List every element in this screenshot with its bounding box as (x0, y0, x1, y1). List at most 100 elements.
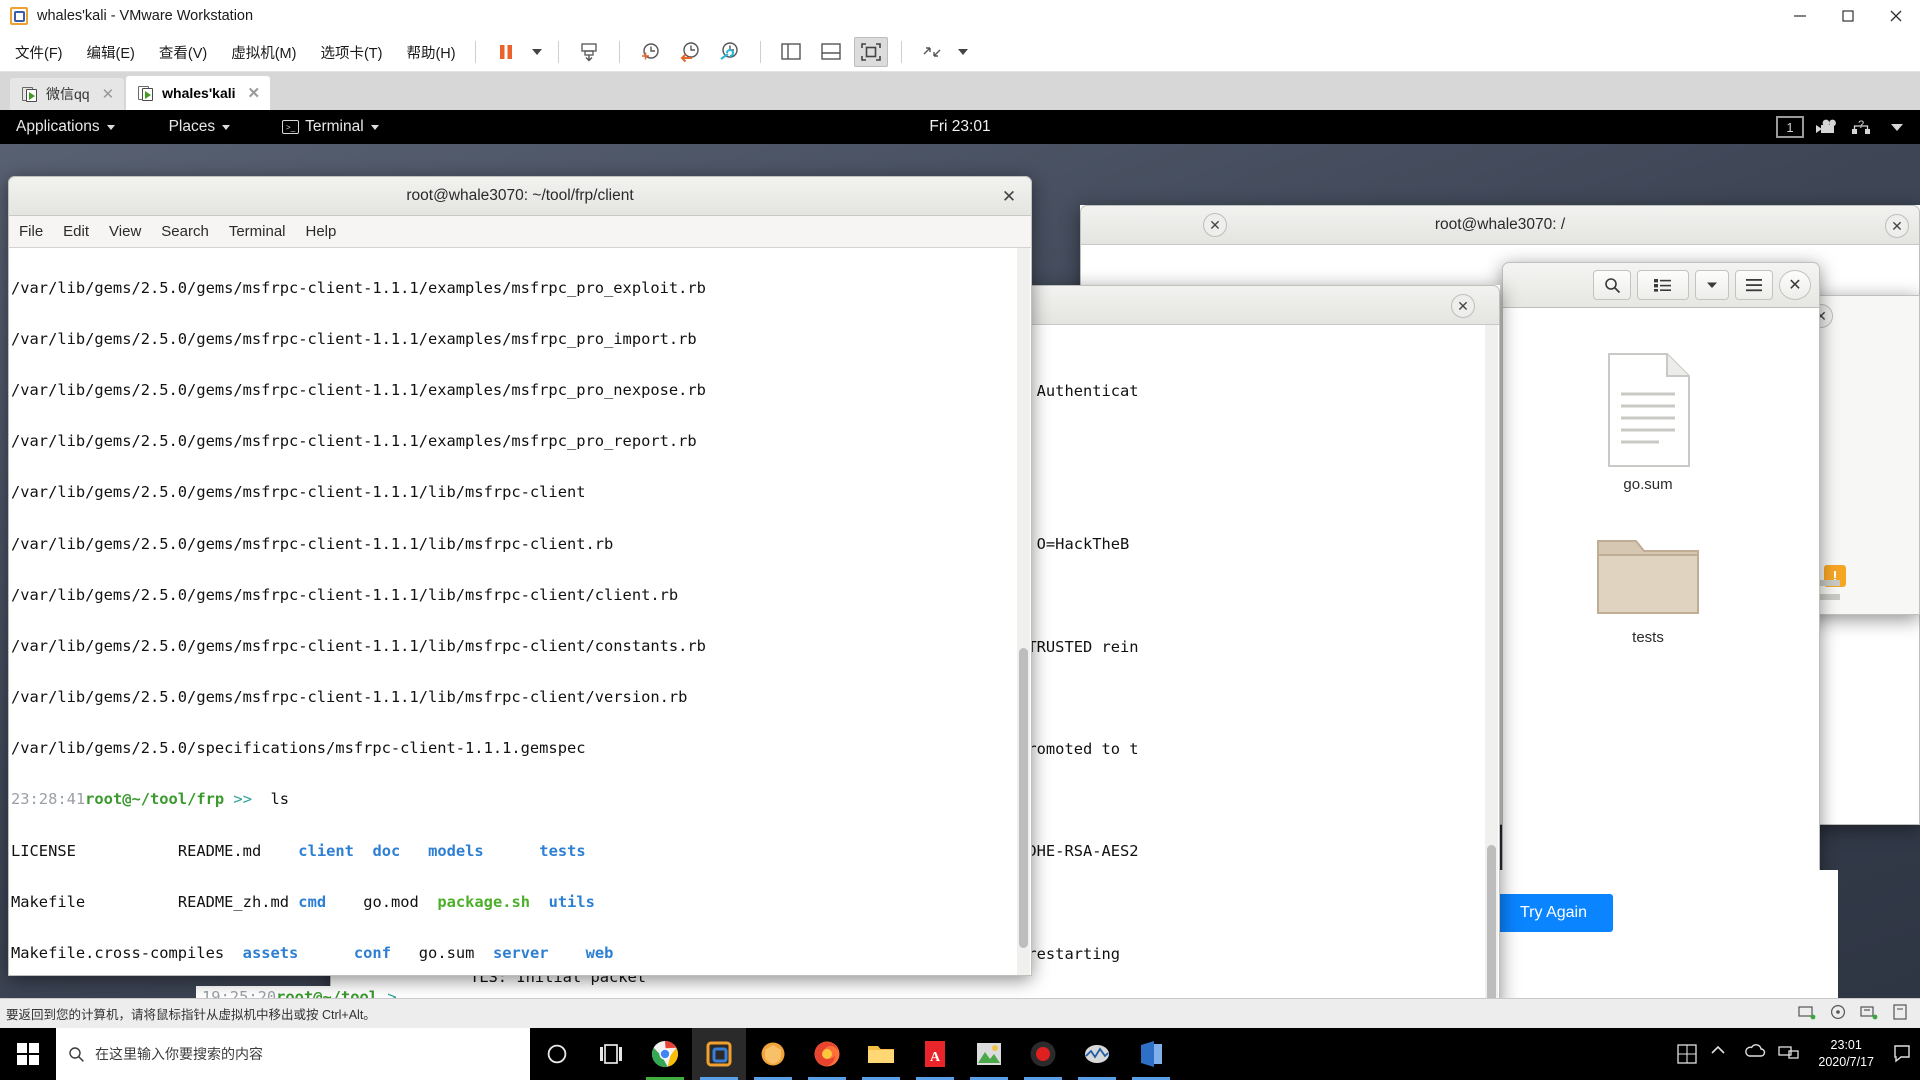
scrollbar-thumb[interactable] (1487, 845, 1496, 998)
terminal-scrollbar[interactable] (1017, 248, 1030, 975)
file-item-tests[interactable]: tests (1583, 525, 1713, 646)
maximize-button[interactable] (1824, 0, 1872, 33)
places-menu[interactable]: Places (161, 110, 239, 144)
snapshot-revert-icon[interactable] (673, 37, 707, 67)
search-input-placeholder[interactable]: 在这里输入你要搜索的内容 (95, 1044, 263, 1064)
menu-edit[interactable]: Edit (63, 223, 89, 240)
printer-status-icon[interactable] (1892, 1004, 1908, 1023)
folder-icon (1597, 540, 1699, 614)
taskbar-photos[interactable] (962, 1028, 1016, 1080)
file-item-go-sum[interactable]: go.sum (1583, 352, 1713, 493)
cortana-circle-icon[interactable] (530, 1028, 584, 1080)
vm-tab-label: 微信qq (46, 86, 90, 102)
workspace-indicator[interactable]: 1 (1776, 116, 1804, 138)
ls-cell: server (492, 944, 549, 963)
task-view-icon[interactable] (584, 1028, 638, 1080)
terminal-line: /var/lib/gems/2.5.0/gems/msfrpc-client-1… (11, 585, 679, 604)
close-button[interactable] (1872, 0, 1920, 33)
menu-vm[interactable]: 虚拟机(M) (222, 39, 305, 66)
vm-tab-wechat[interactable]: 微信qq ✕ (10, 78, 125, 110)
onedrive-icon[interactable] (1744, 1043, 1766, 1065)
menu-file[interactable]: File (19, 223, 43, 240)
taskbar-app-orange[interactable] (746, 1028, 800, 1080)
taskbar-vmware[interactable] (692, 1028, 746, 1080)
statusbar-device-icons (1798, 1004, 1920, 1023)
stretch-caret-icon[interactable] (957, 49, 968, 55)
file-manager-window[interactable]: ✕ go.sum tests (1502, 262, 1820, 972)
hamburger-menu-icon[interactable] (1735, 270, 1773, 300)
menu-view[interactable]: 查看(V) (150, 39, 216, 66)
menu-view[interactable]: View (109, 223, 141, 240)
terminal-prompt-line: 23:28:41root@~/tool/frp >> ls (11, 787, 1027, 813)
taskbar-office[interactable] (1124, 1028, 1178, 1080)
window-title-text: root@whale3070: ~/tool/frp/client (406, 187, 634, 204)
taskbar-clock[interactable]: 23:01 2020/7/17 (1812, 1037, 1880, 1071)
terminal-line: /var/lib/gems/2.5.0/gems/msfrpc-client-1… (11, 278, 706, 297)
action-center-icon[interactable] (1892, 1043, 1914, 1065)
close-icon[interactable]: ✕ (1885, 214, 1909, 238)
office-icon (1141, 1041, 1162, 1067)
taskbar-chrome[interactable] (638, 1028, 692, 1080)
network-status-icon[interactable] (1798, 1004, 1816, 1023)
taskbar-firefox[interactable] (800, 1028, 854, 1080)
taskbar-wireshark[interactable] (1070, 1028, 1124, 1080)
view-caret-icon[interactable] (1695, 270, 1729, 300)
taskbar-search-box[interactable]: 在这里输入你要搜索的内容 (56, 1028, 530, 1080)
send-ctrl-alt-del-icon[interactable] (572, 37, 606, 67)
titlebar-close-left[interactable]: ✕ (1203, 213, 1227, 237)
taskbar-record[interactable] (1016, 1028, 1070, 1080)
ime-icon[interactable] (1676, 1043, 1698, 1065)
vm-tab-close-icon[interactable]: ✕ (248, 84, 261, 102)
show-hidden-caret-icon[interactable] (1710, 1043, 1732, 1065)
try-again-button[interactable]: Try Again (1494, 894, 1613, 932)
terminal-line: /var/lib/gems/2.5.0/gems/msfrpc-client-1… (11, 329, 697, 348)
applications-menu[interactable]: Applications (8, 110, 123, 144)
panel-clock[interactable]: Fri 23:01 (929, 118, 990, 136)
terminal-line: /var/lib/gems/2.5.0/gems/msfrpc-client-1… (11, 688, 688, 707)
menu-search[interactable]: Search (161, 223, 209, 240)
terminal-window-frp-client[interactable]: root@whale3070: ~/tool/frp/client ✕ File… (8, 176, 1032, 976)
window-controls (1776, 0, 1920, 33)
video-camera-icon[interactable] (1810, 115, 1840, 139)
ls-cell: LICENSE (11, 841, 76, 860)
system-menu-caret-icon[interactable] (1882, 115, 1912, 139)
scrollbar-thumb[interactable] (1019, 648, 1028, 948)
usb-status-icon[interactable] (1860, 1004, 1878, 1023)
menu-help[interactable]: Help (306, 223, 337, 240)
windows-start-icon[interactable] (0, 1028, 56, 1080)
minimize-button[interactable] (1776, 0, 1824, 33)
menu-tabs[interactable]: 选项卡(T) (311, 39, 391, 66)
menu-help[interactable]: 帮助(H) (397, 39, 464, 66)
terminal-output[interactable]: /var/lib/gems/2.5.0/gems/msfrpc-client-1… (8, 248, 1032, 976)
menu-edit[interactable]: 编辑(E) (78, 39, 144, 66)
taskbar-acrobat[interactable]: A (908, 1028, 962, 1080)
menu-file[interactable]: 文件(F) (6, 39, 72, 66)
terminal-menu[interactable]: >_ Terminal (274, 110, 387, 144)
unity-mode-icon[interactable] (915, 37, 949, 67)
disk-status-icon[interactable] (1830, 1004, 1846, 1023)
close-icon[interactable]: ✕ (1451, 294, 1475, 318)
terminal-scrollbar[interactable] (1485, 325, 1498, 998)
pause-icon[interactable] (489, 37, 523, 67)
close-icon[interactable]: ✕ (1779, 270, 1811, 300)
terminal-line: /var/lib/gems/2.5.0/gems/msfrpc-client-1… (11, 380, 706, 399)
list-view-icon[interactable] (1637, 270, 1689, 300)
toolbar-divider-5 (900, 41, 902, 63)
search-icon[interactable] (1593, 270, 1631, 300)
close-icon[interactable]: ✕ (997, 185, 1021, 209)
fullscreen-icon[interactable] (853, 37, 888, 67)
taskbar-explorer[interactable] (854, 1028, 908, 1080)
snapshot-manager-icon[interactable] (713, 37, 747, 67)
vm-tab-whaleskali[interactable]: whales'kali ✕ (126, 76, 271, 110)
dropdown-caret-icon[interactable] (531, 49, 542, 55)
network-icon[interactable] (1778, 1043, 1800, 1065)
menu-terminal[interactable]: Terminal (229, 223, 286, 240)
network-connection-icon[interactable]: ? (1846, 115, 1876, 139)
ls-cell: client (298, 841, 354, 860)
vm-tab-close-icon[interactable]: ✕ (102, 85, 115, 103)
orange-shield-icon (761, 1042, 785, 1066)
snapshot-take-icon[interactable] (633, 37, 667, 67)
show-console-view-icon[interactable] (814, 37, 848, 67)
guest-desktop: Applications Places >_ Terminal Fri 23:0… (0, 110, 1920, 998)
show-sidebar-icon[interactable] (774, 37, 808, 67)
